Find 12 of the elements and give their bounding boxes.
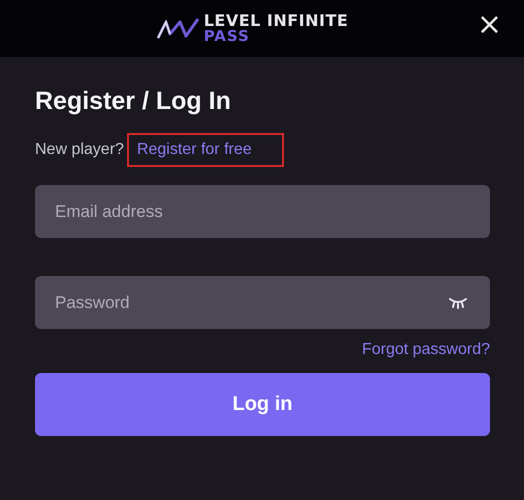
prompt-text: New player? — [35, 141, 124, 159]
logo-icon — [156, 16, 200, 42]
close-button[interactable]: × — [472, 10, 506, 40]
logo-subtext: PASS — [204, 29, 251, 44]
logo-text: LEVEL INFINITE — [204, 13, 348, 29]
login-button[interactable]: Log in — [35, 373, 490, 436]
email-field[interactable]: Email address — [35, 185, 490, 238]
dialog-title: Register / Log In — [35, 87, 232, 117]
register-link[interactable]: Register for free — [126, 133, 284, 167]
password-field[interactable]: Password — [35, 276, 490, 329]
forgot-password-link[interactable]: Forgot password? — [362, 341, 490, 359]
eye-closed-icon[interactable] — [448, 297, 468, 309]
